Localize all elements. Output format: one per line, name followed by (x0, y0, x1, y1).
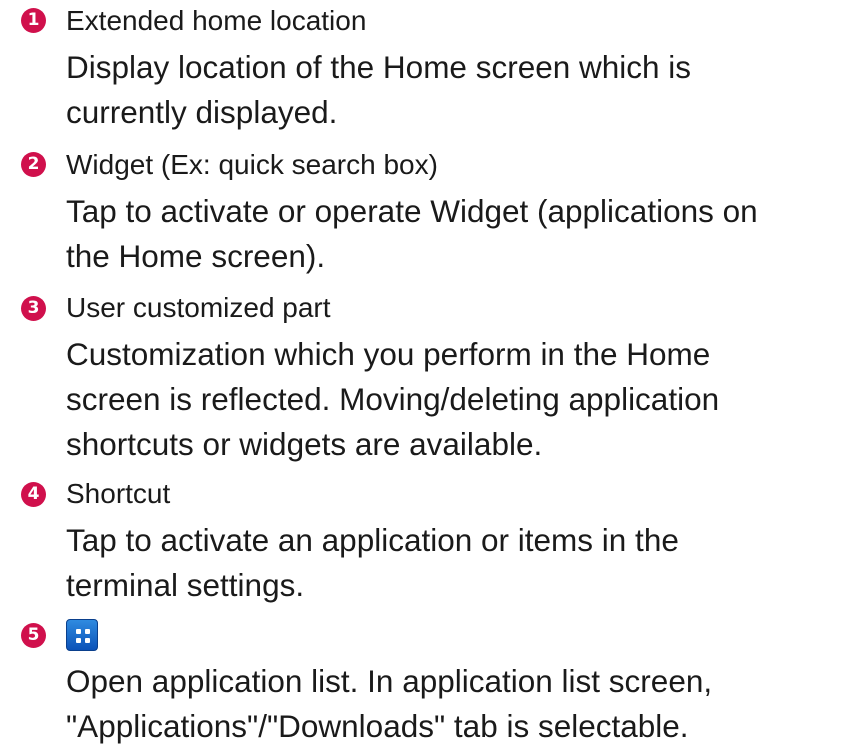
description-line: "Applications"/"Downloads" tab is select… (66, 708, 689, 744)
item-description: Open application list. In application li… (66, 659, 841, 749)
item-heading: Shortcut (66, 478, 171, 509)
item-heading: Widget (Ex: quick search box) (66, 149, 438, 180)
item-description: Tap to activate or operate Widget (appli… (66, 189, 841, 279)
number-badge: 5 (21, 623, 46, 648)
description-line: the Home screen). (66, 238, 326, 274)
item-description: Display location of the Home screen whic… (66, 45, 841, 135)
number-badge: 4 (21, 482, 46, 507)
manual-page: 1 Extended home location Display locatio… (0, 0, 845, 744)
number-badge: 3 (21, 296, 46, 321)
app-list-icon (66, 619, 98, 651)
description-line: screen is reflected. Moving/deleting app… (66, 381, 720, 417)
number-badge: 2 (21, 152, 46, 177)
description-line: shortcuts or widgets are available. (66, 426, 543, 462)
item-description: Customization which you perform in the H… (66, 332, 841, 467)
item-description: Tap to activate an application or items … (66, 518, 841, 608)
item-heading: Extended home location (66, 5, 367, 36)
description-line: Open application list. In application li… (66, 663, 713, 699)
item-heading: User customized part (66, 292, 331, 323)
description-line: Tap to activate an application or items … (66, 522, 679, 558)
description-line: currently displayed. (66, 94, 338, 130)
number-badge: 1 (21, 8, 46, 33)
description-line: terminal settings. (66, 567, 305, 603)
description-line: Display location of the Home screen whic… (66, 49, 692, 85)
description-line: Customization which you perform in the H… (66, 336, 711, 372)
description-line: Tap to activate or operate Widget (appli… (66, 193, 758, 229)
